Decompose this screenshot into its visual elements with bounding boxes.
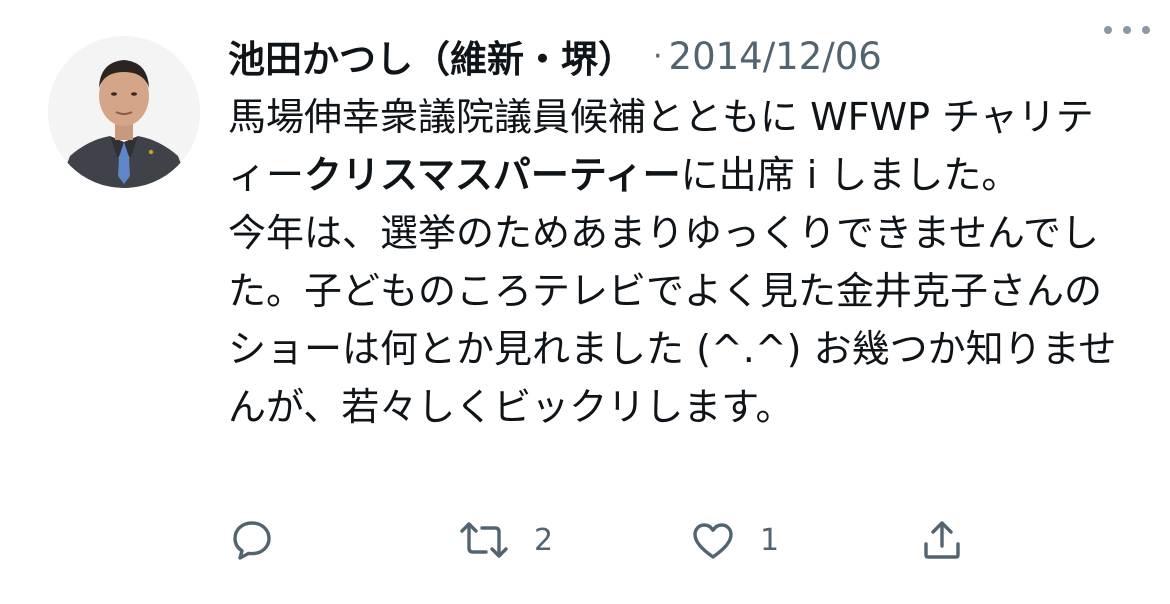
- tweet-header: 池田かつし（維新・堺） · 2014/12/06: [228, 26, 1148, 86]
- header-separator: ·: [653, 38, 663, 74]
- tweet-text: 馬場伸幸衆議院議員候補とともに WFWP チャリティークリスマスパーティーに出席…: [228, 88, 1118, 436]
- retweet-count: 2: [534, 522, 554, 558]
- reply-button[interactable]: [228, 512, 298, 568]
- like-button[interactable]: 1: [688, 512, 779, 568]
- author-name[interactable]: 池田かつし（維新・堺）: [228, 29, 635, 83]
- tweet[interactable]: 池田かつし（維新・堺） · 2014/12/06 馬場伸幸衆議院議員候補とともに…: [0, 0, 1170, 604]
- person-portrait-icon: [48, 36, 200, 188]
- more-icon[interactable]: [1104, 18, 1150, 42]
- avatar[interactable]: [48, 36, 200, 188]
- retweet-button[interactable]: 2: [456, 512, 553, 568]
- more-dot: [1142, 26, 1150, 34]
- heart-icon: [693, 523, 733, 559]
- tweet-text-bold: クリスマスパーティー: [304, 153, 681, 197]
- tweet-paragraph: 今年は、選挙のためあまりゆっくりできませんでした。子どものころテレビでよく見た金…: [228, 211, 1117, 429]
- tweet-actions: 2 1: [228, 512, 988, 568]
- like-count: 1: [760, 522, 780, 558]
- tweet-text-segment: に出席 i しました。: [680, 153, 1020, 197]
- retweet-icon: [460, 522, 508, 558]
- more-dot: [1123, 26, 1131, 34]
- share-icon: [924, 521, 960, 559]
- tweet-paragraph: 馬場伸幸衆議院議員候補とともに WFWP チャリティークリスマスパーティーに出席…: [228, 88, 1118, 204]
- tweet-date[interactable]: 2014/12/06: [669, 35, 882, 78]
- share-button[interactable]: [918, 512, 988, 568]
- more-dot: [1104, 26, 1112, 34]
- reply-icon: [233, 521, 271, 560]
